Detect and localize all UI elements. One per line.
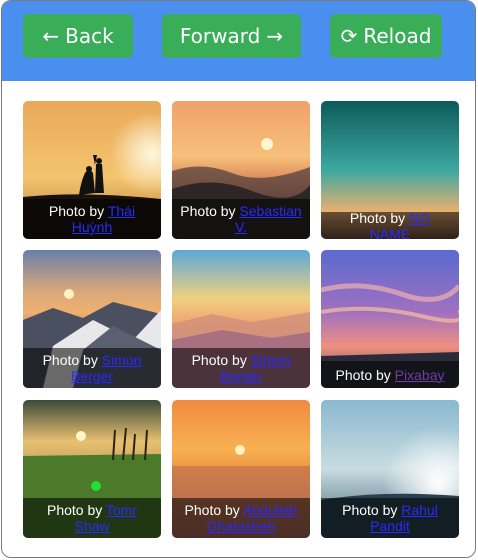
photo-caption: Photo by Rahul Pandit bbox=[321, 498, 459, 538]
photo-caption: Photo by Sebastian V. bbox=[172, 199, 310, 239]
photo-caption: Photo by Simon Berger bbox=[172, 348, 310, 388]
caption-prefix: Photo by bbox=[180, 203, 240, 219]
photo-caption: Photo by Pixabay bbox=[321, 361, 459, 388]
caption-prefix: Photo by bbox=[48, 203, 108, 219]
caption-prefix: Photo by bbox=[342, 502, 402, 518]
back-label: Back bbox=[65, 24, 114, 48]
back-button[interactable]: ← Back bbox=[23, 14, 133, 58]
reload-icon: ⟳ bbox=[340, 24, 358, 48]
photo-caption: Photo by Tomr Shaw bbox=[23, 498, 161, 538]
photo-caption: Photo by Thái Huỳnh bbox=[23, 199, 161, 239]
browser-frame: ← Back Forward → ⟳ Reload Photo by Thái … bbox=[1, 0, 476, 558]
photo-caption: Photo by Abdullah Ghatasheh bbox=[172, 498, 310, 538]
photo-card[interactable]: Photo by Simon Berger bbox=[172, 250, 310, 388]
caption-prefix: Photo by bbox=[335, 366, 395, 383]
reload-label: Reload bbox=[363, 24, 432, 48]
photo-caption: Photo by NO NAME bbox=[321, 209, 459, 239]
photo-card[interactable]: Photo by Simon Berger bbox=[23, 250, 161, 388]
photo-card[interactable]: Photo by Rahul Pandit bbox=[321, 400, 459, 538]
photo-card[interactable]: Photo by Tomr Shaw bbox=[23, 400, 161, 538]
photo-card[interactable]: Photo by Abdullah Ghatasheh bbox=[172, 400, 310, 538]
caption-prefix: Photo by bbox=[184, 502, 243, 518]
caption-prefix: Photo by bbox=[42, 352, 102, 368]
caption-prefix: Photo by bbox=[191, 352, 251, 368]
author-link[interactable]: Pixabay bbox=[395, 367, 445, 383]
caption-prefix: Photo by bbox=[46, 502, 106, 518]
author-link[interactable]: Sebastian V. bbox=[235, 203, 302, 235]
forward-label: Forward bbox=[179, 24, 261, 48]
photo-caption: Photo by Simon Berger bbox=[23, 348, 161, 388]
photo-card[interactable]: Photo by NO NAME bbox=[321, 101, 459, 239]
arrow-left-icon: ← bbox=[42, 24, 60, 48]
forward-button[interactable]: Forward → bbox=[162, 14, 301, 58]
photo-card[interactable]: Photo by Pixabay bbox=[321, 250, 459, 388]
photo-card[interactable]: Photo by Sebastian V. bbox=[172, 101, 310, 239]
navigation-toolbar: ← Back Forward → ⟳ Reload bbox=[2, 1, 475, 81]
photo-card[interactable]: Photo by Thái Huỳnh bbox=[23, 101, 161, 239]
reload-button[interactable]: ⟳ Reload bbox=[330, 14, 442, 58]
arrow-right-icon: → bbox=[266, 24, 284, 48]
caption-prefix: Photo by bbox=[349, 209, 410, 226]
